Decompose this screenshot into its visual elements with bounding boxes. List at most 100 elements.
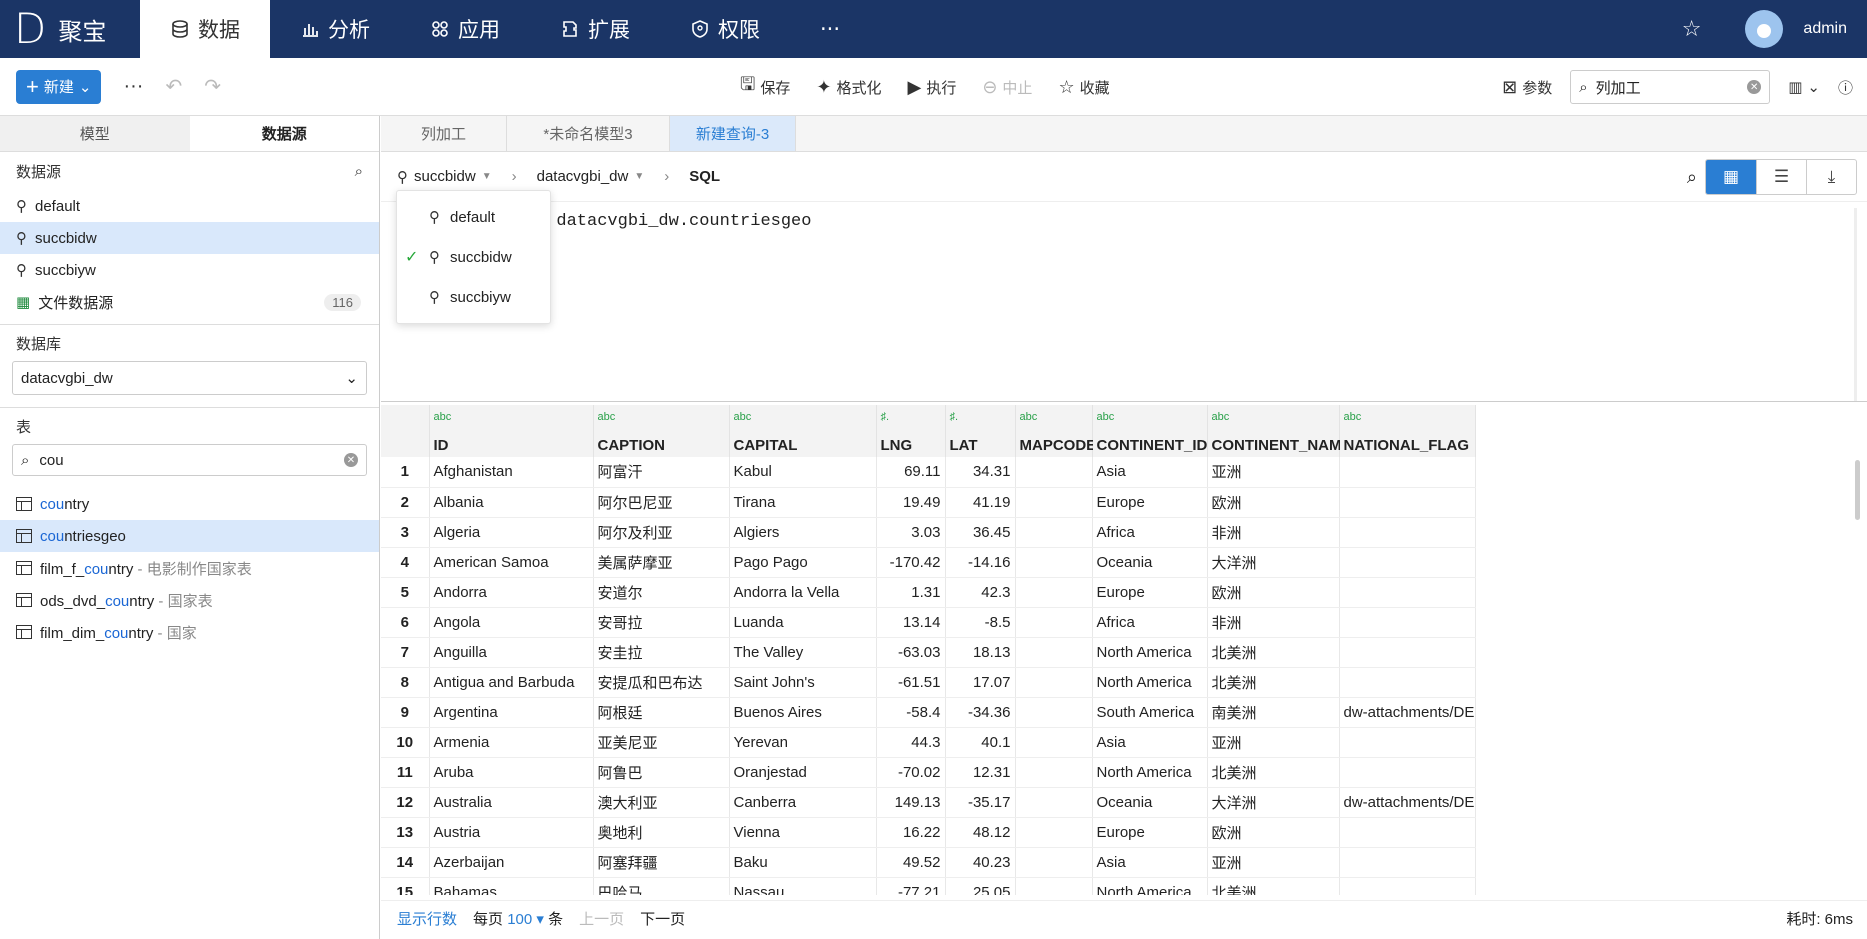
table-cell[interactable]: 安哥拉 bbox=[593, 607, 730, 638]
table-cell[interactable]: Algiers bbox=[729, 517, 877, 548]
table-cell[interactable]: 16.22 bbox=[876, 817, 946, 848]
info-icon[interactable]: ⓘ bbox=[1838, 77, 1853, 98]
clear-icon[interactable]: ✕ bbox=[344, 453, 358, 467]
table-cell[interactable]: 北美洲 bbox=[1207, 637, 1340, 668]
table-cell[interactable]: Europe bbox=[1092, 577, 1208, 608]
table-cell[interactable]: 149.13 bbox=[876, 787, 946, 818]
table-cell[interactable]: Aruba bbox=[429, 757, 594, 788]
table-row[interactable]: 2 Albania 阿尔巴尼亚 Tirana 19.49 41.19 Europe 欧洲 bbox=[381, 487, 1476, 518]
table-cell[interactable]: 阿富汗 bbox=[593, 457, 730, 488]
table-cell[interactable]: 44.3 bbox=[876, 727, 946, 758]
table-cell[interactable]: 安提瓜和巴布达 bbox=[593, 667, 730, 698]
table-cell[interactable]: 欧洲 bbox=[1207, 577, 1340, 608]
table-cell[interactable]: 非洲 bbox=[1207, 607, 1340, 638]
table-cell[interactable]: 北美洲 bbox=[1207, 667, 1340, 698]
table-cell[interactable]: 北美洲 bbox=[1207, 757, 1340, 788]
search-icon[interactable]: ⌕ bbox=[355, 163, 363, 180]
table-cell[interactable]: -34.36 bbox=[945, 697, 1016, 728]
table-cell[interactable]: 13.14 bbox=[876, 607, 946, 638]
table-row[interactable]: 10 Armenia 亚美尼亚 Yerevan 44.3 40.1 Asia 亚洲 bbox=[381, 727, 1476, 758]
editor-scrollbar[interactable] bbox=[1854, 208, 1857, 401]
table-cell[interactable] bbox=[1015, 877, 1093, 895]
editor-tab[interactable]: *未命名模型3 bbox=[507, 116, 670, 151]
database-select[interactable]: datacvgbi_dw ⌄ bbox=[12, 361, 367, 395]
table-item[interactable]: film_f_country - 电影制作国家表 bbox=[0, 552, 379, 584]
table-cell[interactable]: Albania bbox=[429, 487, 594, 518]
table-item[interactable]: countriesgeo bbox=[0, 520, 379, 552]
table-cell[interactable] bbox=[1339, 457, 1476, 488]
nav-item-apps[interactable]: 应用 bbox=[400, 0, 530, 58]
dropdown-item-succbiyw[interactable]: ⚲ succbiyw bbox=[397, 277, 550, 317]
table-cell[interactable] bbox=[1015, 847, 1093, 878]
table-cell[interactable]: -14.16 bbox=[945, 547, 1016, 578]
sql-code-editor[interactable]: m datacvgbi_dw.countriesgeo bbox=[381, 202, 1867, 402]
table-cell[interactable]: -77.21 bbox=[876, 877, 946, 895]
table-cell[interactable]: 美属萨摩亚 bbox=[593, 547, 730, 578]
table-cell[interactable] bbox=[1339, 877, 1476, 895]
new-button[interactable]: + 新建 ⌄ bbox=[16, 69, 102, 104]
editor-tab-active[interactable]: 新建查询-3 bbox=[670, 116, 796, 151]
table-cell[interactable]: -35.17 bbox=[945, 787, 1016, 818]
table-cell[interactable]: 41.19 bbox=[945, 487, 1016, 518]
table-cell[interactable]: Algeria bbox=[429, 517, 594, 548]
table-cell[interactable]: Vienna bbox=[729, 817, 877, 848]
table-cell[interactable]: 巴哈马 bbox=[593, 877, 730, 895]
table-cell[interactable]: dw-attachments/DEMO/ bbox=[1339, 787, 1476, 818]
table-cell[interactable]: Afghanistan bbox=[429, 457, 594, 488]
column-header[interactable]: abc CONTINENT_NAME bbox=[1207, 405, 1352, 457]
table-cell[interactable]: Azerbaijan bbox=[429, 847, 594, 878]
table-cell[interactable]: Canberra bbox=[729, 787, 877, 818]
nav-item-extension[interactable]: 扩展 bbox=[530, 0, 660, 58]
table-cell[interactable] bbox=[1015, 457, 1093, 488]
table-row[interactable]: 3 Algeria 阿尔及利亚 Algiers 3.03 36.45 Africa 非洲 bbox=[381, 517, 1476, 548]
table-cell[interactable]: 亚美尼亚 bbox=[593, 727, 730, 758]
table-cell[interactable]: 非洲 bbox=[1207, 517, 1340, 548]
table-cell[interactable]: -70.02 bbox=[876, 757, 946, 788]
brand[interactable]: D 聚宝 bbox=[0, 0, 140, 58]
table-cell[interactable]: dw-attachments/DEMO/ bbox=[1339, 697, 1476, 728]
layout-toggle-button[interactable]: ▥ ⌄ bbox=[1788, 78, 1820, 96]
table-cell[interactable]: Australia bbox=[429, 787, 594, 818]
nav-more-button[interactable]: ··· bbox=[790, 0, 870, 58]
table-cell[interactable]: Oceania bbox=[1092, 787, 1208, 818]
table-cell[interactable]: 亚洲 bbox=[1207, 457, 1340, 488]
table-row[interactable]: 4 American Samoa 美属萨摩亚 Pago Pago -170.42 -14.… bbox=[381, 547, 1476, 578]
table-cell[interactable]: Yerevan bbox=[729, 727, 877, 758]
table-cell[interactable] bbox=[1339, 667, 1476, 698]
table-cell[interactable]: 欧洲 bbox=[1207, 487, 1340, 518]
undo-icon[interactable]: ↶ bbox=[165, 74, 182, 99]
table-cell[interactable]: 69.11 bbox=[876, 457, 946, 488]
nav-item-analysis[interactable]: 分析 bbox=[270, 0, 400, 58]
table-cell[interactable]: Andorra bbox=[429, 577, 594, 608]
table-cell[interactable]: 亚洲 bbox=[1207, 847, 1340, 878]
database-crumb[interactable]: datacvgbi_dw ▼ bbox=[537, 168, 645, 185]
table-cell[interactable]: Bahamas bbox=[429, 877, 594, 895]
table-cell[interactable] bbox=[1339, 607, 1476, 638]
table-cell[interactable]: 安圭拉 bbox=[593, 637, 730, 668]
table-cell[interactable] bbox=[1015, 667, 1093, 698]
table-cell[interactable]: 安道尔 bbox=[593, 577, 730, 608]
table-cell[interactable] bbox=[1339, 727, 1476, 758]
page-size-select[interactable]: 100 ▾ bbox=[507, 911, 544, 928]
table-cell[interactable]: Tirana bbox=[729, 487, 877, 518]
favorite-star-icon[interactable]: ☆ bbox=[1682, 16, 1702, 42]
table-item[interactable]: film_dim_country - 国家 bbox=[0, 616, 379, 648]
nav-item-data[interactable]: 数据 bbox=[140, 0, 270, 58]
table-cell[interactable] bbox=[1339, 817, 1476, 848]
table-cell[interactable] bbox=[1015, 577, 1093, 608]
table-cell[interactable]: Europe bbox=[1092, 817, 1208, 848]
table-cell[interactable] bbox=[1015, 727, 1093, 758]
table-row[interactable]: 7 Anguilla 安圭拉 The Valley -63.03 18.13 North A… bbox=[381, 637, 1476, 668]
stop-button[interactable]: ⊖ 中止 bbox=[982, 77, 1032, 98]
table-cell[interactable]: 大洋洲 bbox=[1207, 547, 1340, 578]
tab-model[interactable]: 模型 bbox=[0, 116, 190, 151]
table-cell[interactable]: Antigua and Barbuda bbox=[429, 667, 594, 698]
table-cell[interactable] bbox=[1339, 577, 1476, 608]
table-cell[interactable] bbox=[1339, 637, 1476, 668]
grid-view-button[interactable]: ▦ bbox=[1706, 160, 1756, 194]
avatar[interactable] bbox=[1745, 10, 1784, 48]
execute-button[interactable]: ▶ 执行 bbox=[907, 77, 956, 98]
table-cell[interactable]: Armenia bbox=[429, 727, 594, 758]
datasource-crumb[interactable]: ⚲ succbidw ▼ bbox=[397, 168, 492, 186]
datasource-item-succbiyw[interactable]: ⚲ succbiyw bbox=[0, 254, 379, 286]
